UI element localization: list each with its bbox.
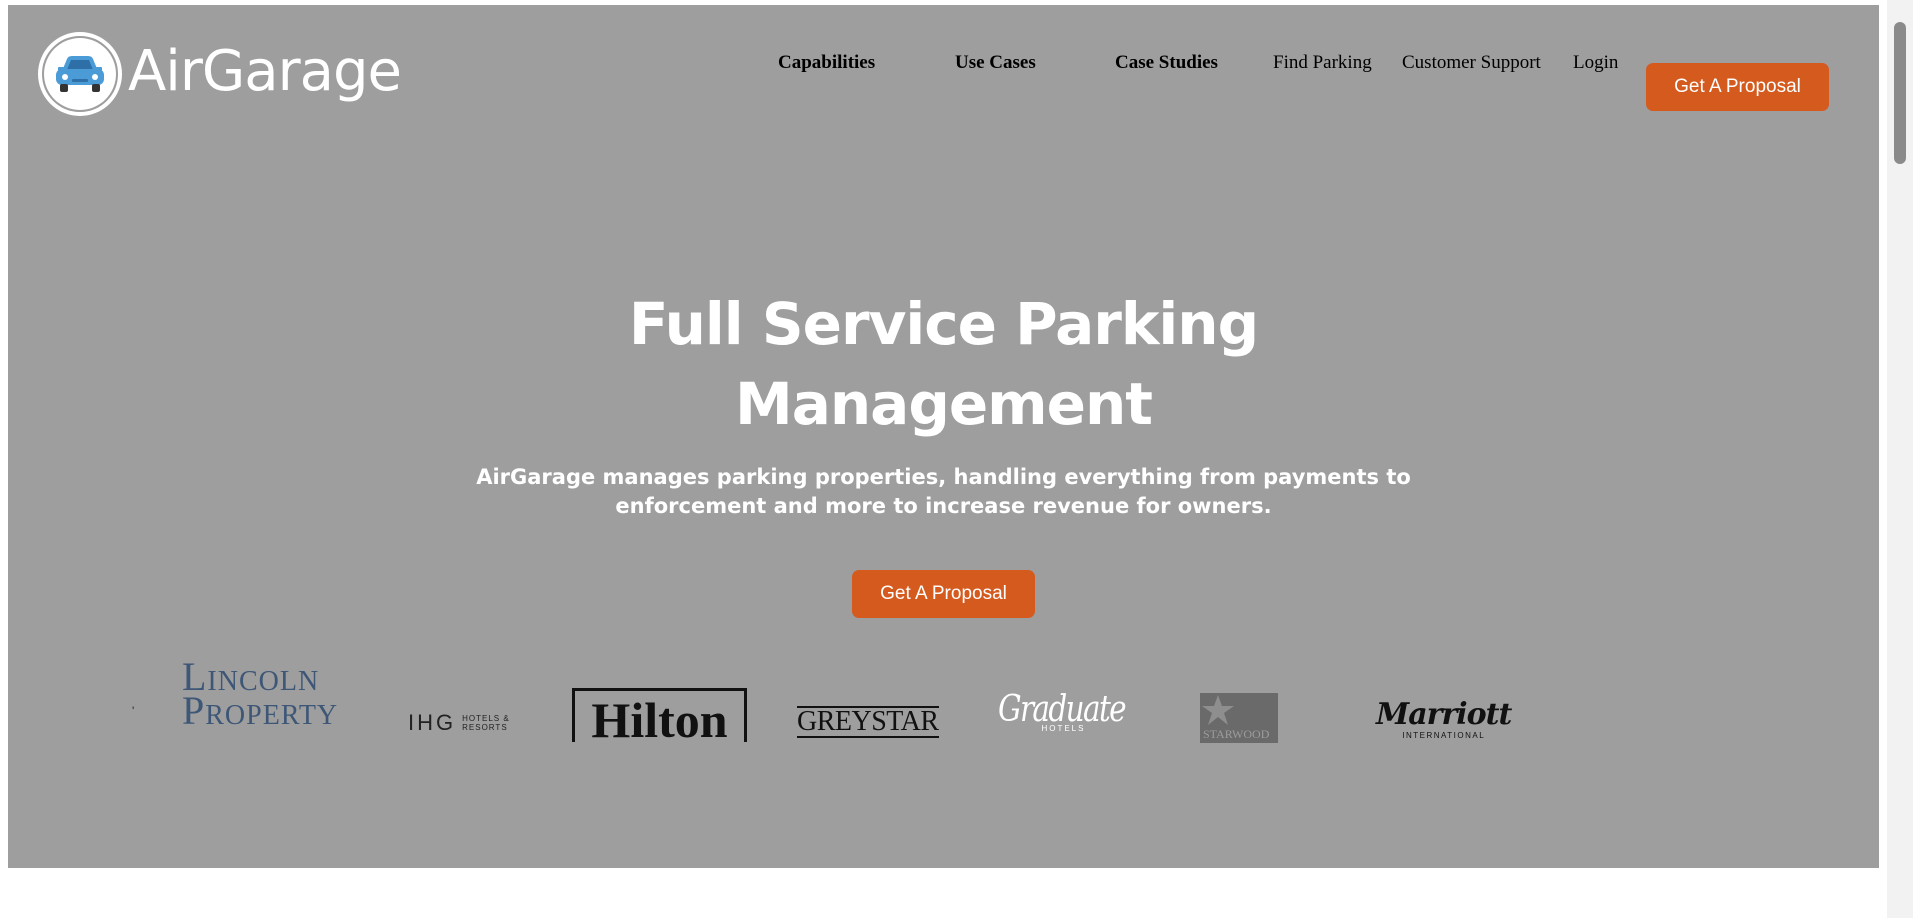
nav-customer-support[interactable]: Customer Support [1402, 52, 1541, 74]
scrollbar-thumb[interactable] [1894, 22, 1906, 164]
hero-headline: Full Service Parking Management [8, 284, 1879, 444]
nav-case-studies[interactable]: Case Studies [1115, 52, 1218, 74]
nav-capabilities[interactable]: Capabilities [778, 52, 875, 74]
car-icon [56, 56, 104, 92]
graduate-hotels-logo: Graduate HOTELS [998, 689, 1127, 734]
hero-subheadline: AirGarage manages parking properties, ha… [8, 463, 1879, 521]
logo-text: AirGarage [128, 39, 402, 104]
hero-subheadline-line2: enforcement and more to increase revenue… [615, 494, 1272, 518]
marriott-logo: Marriott INTERNATIONAL [1376, 697, 1512, 741]
page-scrollbar[interactable] [1887, 0, 1913, 918]
hero-subheadline-line1: AirGarage manages parking properties, ha… [476, 465, 1411, 489]
starwood-logo: STARWOOD [1200, 693, 1278, 743]
hero-get-proposal-button[interactable]: Get A Proposal [852, 570, 1035, 618]
hero-headline-line1: Full Service Parking [628, 290, 1259, 358]
star-icon [1202, 695, 1234, 725]
nav-login[interactable]: Login [1573, 52, 1618, 74]
partner-logos: ' Lincoln Property IHG HOTELS & RESORTS … [130, 660, 1530, 743]
ihg-logo: IHG HOTELS & RESORTS [408, 710, 510, 735]
logo-badge [38, 32, 122, 116]
hilton-logo: Hilton [572, 688, 747, 742]
header-get-proposal-button[interactable]: Get A Proposal [1646, 63, 1829, 111]
hero-headline-line2: Management [735, 370, 1153, 438]
lincoln-property-logo: Lincoln Property [182, 660, 339, 733]
greystar-logo: GREYSTAR [797, 706, 939, 738]
airgarage-logo[interactable]: AirGarage [38, 32, 402, 116]
logo-fragment: ' [132, 704, 135, 718]
nav-use-cases[interactable]: Use Cases [955, 52, 1036, 74]
page: AirGarage Capabilities Use Cases Case St… [0, 0, 1913, 918]
nav-find-parking[interactable]: Find Parking [1273, 52, 1372, 74]
